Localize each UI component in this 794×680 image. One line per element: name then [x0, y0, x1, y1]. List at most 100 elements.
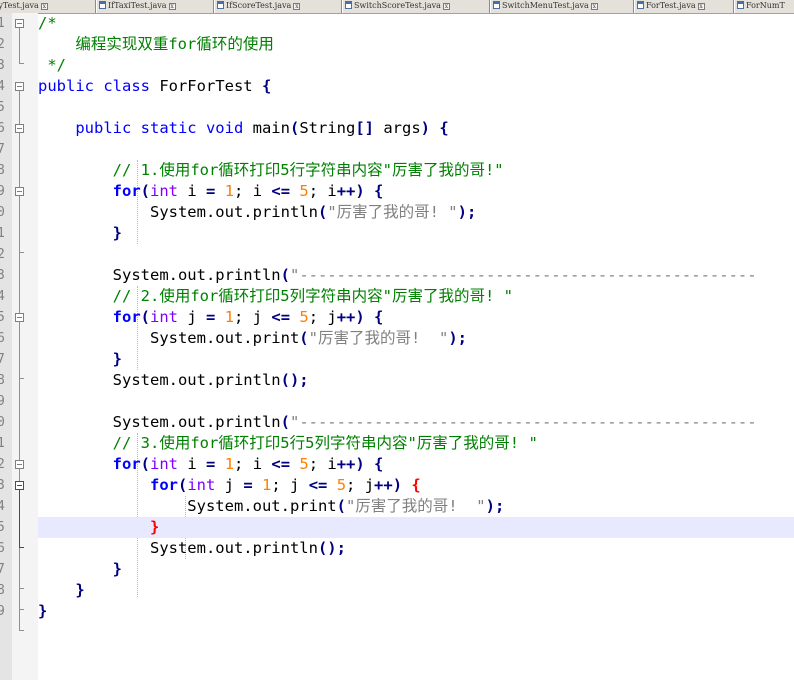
code-line-21: // 3.使用for循环打印5行5列字符串内容"厉害了我的哥! ": [38, 434, 538, 452]
fold-end: [19, 378, 24, 379]
line-number: 7: [0, 352, 5, 367]
line-number: 4: [0, 79, 5, 94]
tab-close-icon[interactable]: x: [293, 3, 301, 10]
fold-toggle-icon[interactable]: [15, 460, 24, 469]
code-line-9: for(int i = 1; i <= 5; i++) {: [112, 182, 384, 200]
line-number: 6: [0, 121, 5, 136]
fold-end: [19, 252, 24, 253]
code-editor[interactable]: /* 编程实现双重for循环的使用 */ public class ForFor…: [38, 13, 794, 680]
fold-toggle-icon[interactable]: [15, 19, 24, 28]
fold-toggle-icon[interactable]: [15, 187, 24, 196]
line-number: 1: [0, 226, 5, 241]
tab-for-num-test[interactable]: ForNumT: [734, 0, 794, 13]
line-number: 9: [0, 394, 5, 409]
fold-end: [19, 63, 24, 64]
code-line-17: }: [38, 350, 122, 368]
line-number: 6: [0, 331, 5, 346]
tab-label: SwitchMenuTest.java: [502, 1, 589, 10]
line-number: 2: [0, 457, 5, 472]
line-number: 3: [0, 58, 5, 73]
line-number: 5: [0, 520, 5, 535]
java-file-icon: [737, 1, 744, 9]
tab-if-taxi-test[interactable]: IfTaxiTest.java x: [96, 0, 214, 13]
tab-close-icon[interactable]: x: [590, 3, 598, 10]
tab-for-test[interactable]: ForTest.java x: [634, 0, 734, 13]
tab-label: ForTest.java: [646, 1, 696, 10]
line-number: 0: [0, 205, 5, 220]
code-line-27: }: [38, 560, 122, 578]
java-file-icon: [493, 1, 500, 9]
code-line-3: */: [38, 56, 66, 74]
code-line-6: public static void main(String[] args) {: [75, 119, 449, 137]
line-number: 4: [0, 499, 5, 514]
code-line-15: for(int j = 1; j <= 5; j++) {: [112, 308, 384, 326]
line-number: 5: [0, 100, 5, 115]
code-line-16: System.out.print("厉害了我的哥! ");: [38, 329, 467, 347]
tab-if-score-test[interactable]: IfScoreTest.java x: [214, 0, 342, 13]
line-number: 1: [0, 16, 5, 31]
current-line-highlight: }: [38, 517, 794, 538]
fold-toggle-icon[interactable]: [15, 313, 24, 322]
code-line-11: }: [38, 224, 122, 242]
java-file-icon: [217, 1, 224, 9]
tab-label: SalaryTest.java: [0, 1, 39, 10]
code-line-8: // 1.使用for循环打印5行字符串内容"厉害了我的哥!": [38, 161, 504, 179]
tab-label: IfTaxiTest.java: [108, 1, 167, 10]
tab-label: IfScoreTest.java: [226, 1, 292, 10]
fold-toggle-icon[interactable]: [15, 481, 24, 490]
fold-toggle-icon[interactable]: [15, 82, 24, 91]
fold-line: [19, 91, 20, 630]
code-line-20: System.out.println("--------------------…: [38, 413, 757, 431]
code-line-22: for(int i = 1; i <= 5; i++) {: [112, 455, 384, 473]
code-line-1: /*: [38, 14, 57, 32]
line-number: 7: [0, 562, 5, 577]
tab-label: SwitchScoreTest.java: [354, 1, 441, 10]
line-number: 9: [0, 184, 5, 199]
code-line-4: public class ForForTest {: [38, 77, 272, 95]
line-number: 4: [0, 289, 5, 304]
fold-margin: [12, 13, 38, 680]
code-line-18: System.out.println();: [38, 371, 309, 389]
tab-close-icon[interactable]: x: [697, 3, 705, 10]
line-number: 3: [0, 478, 5, 493]
line-number: 1: [0, 436, 5, 451]
java-file-icon: [637, 1, 644, 9]
code-line-14: // 2.使用for循环打印5列字符串内容"厉害了我的哥! ": [38, 287, 513, 305]
tab-switch-score-test[interactable]: SwitchScoreTest.java x: [342, 0, 490, 13]
tab-close-icon[interactable]: x: [442, 3, 450, 10]
line-number: 8: [0, 373, 5, 388]
fold-end: [19, 630, 24, 631]
fold-end-active: [19, 547, 24, 548]
tab-close-icon[interactable]: x: [168, 3, 176, 10]
java-file-icon: [345, 1, 352, 9]
tab-salary-test[interactable]: SalaryTest.javax: [0, 0, 96, 13]
code-line-28: }: [38, 581, 85, 599]
fold-toggle-icon[interactable]: [15, 124, 24, 133]
code-line-26: System.out.println();: [38, 539, 346, 557]
code-line-13: System.out.println("--------------------…: [38, 266, 757, 284]
code-line-2: 编程实现双重for循环的使用: [38, 35, 274, 53]
code-line-24: System.out.print("厉害了我的哥! ");: [38, 497, 505, 515]
line-number: 3: [0, 268, 5, 283]
fold-end: [19, 588, 24, 589]
line-number: 0: [0, 415, 5, 430]
code-line-29: }: [38, 602, 48, 620]
line-number: 7: [0, 142, 5, 157]
line-number-gutter: 1 2 3 4 5 6 7 8 9 0 1 2 3 4 5 6 7 8 9 0 …: [0, 13, 12, 680]
java-file-icon: [99, 1, 106, 9]
file-tab-bar: SalaryTest.javax IfTaxiTest.javax IfScor…: [0, 0, 794, 14]
line-number: 2: [0, 247, 5, 262]
tab-close-icon[interactable]: x: [40, 3, 48, 10]
line-number: 6: [0, 541, 5, 556]
code-line-23: for(int j = 1; j <= 5; j++) {: [149, 476, 421, 494]
line-number: 8: [0, 583, 5, 598]
line-number: 8: [0, 163, 5, 178]
code-line-10: System.out.println("厉害了我的哥! ");: [38, 203, 477, 221]
fold-line: [19, 28, 20, 63]
line-number: 9: [0, 604, 5, 619]
fold-end: [19, 609, 24, 610]
line-number: 5: [0, 310, 5, 325]
tab-label: ForNumT: [746, 1, 785, 10]
fold-line-active: [19, 490, 20, 547]
tab-switch-menu-test[interactable]: SwitchMenuTest.java x: [490, 0, 634, 13]
